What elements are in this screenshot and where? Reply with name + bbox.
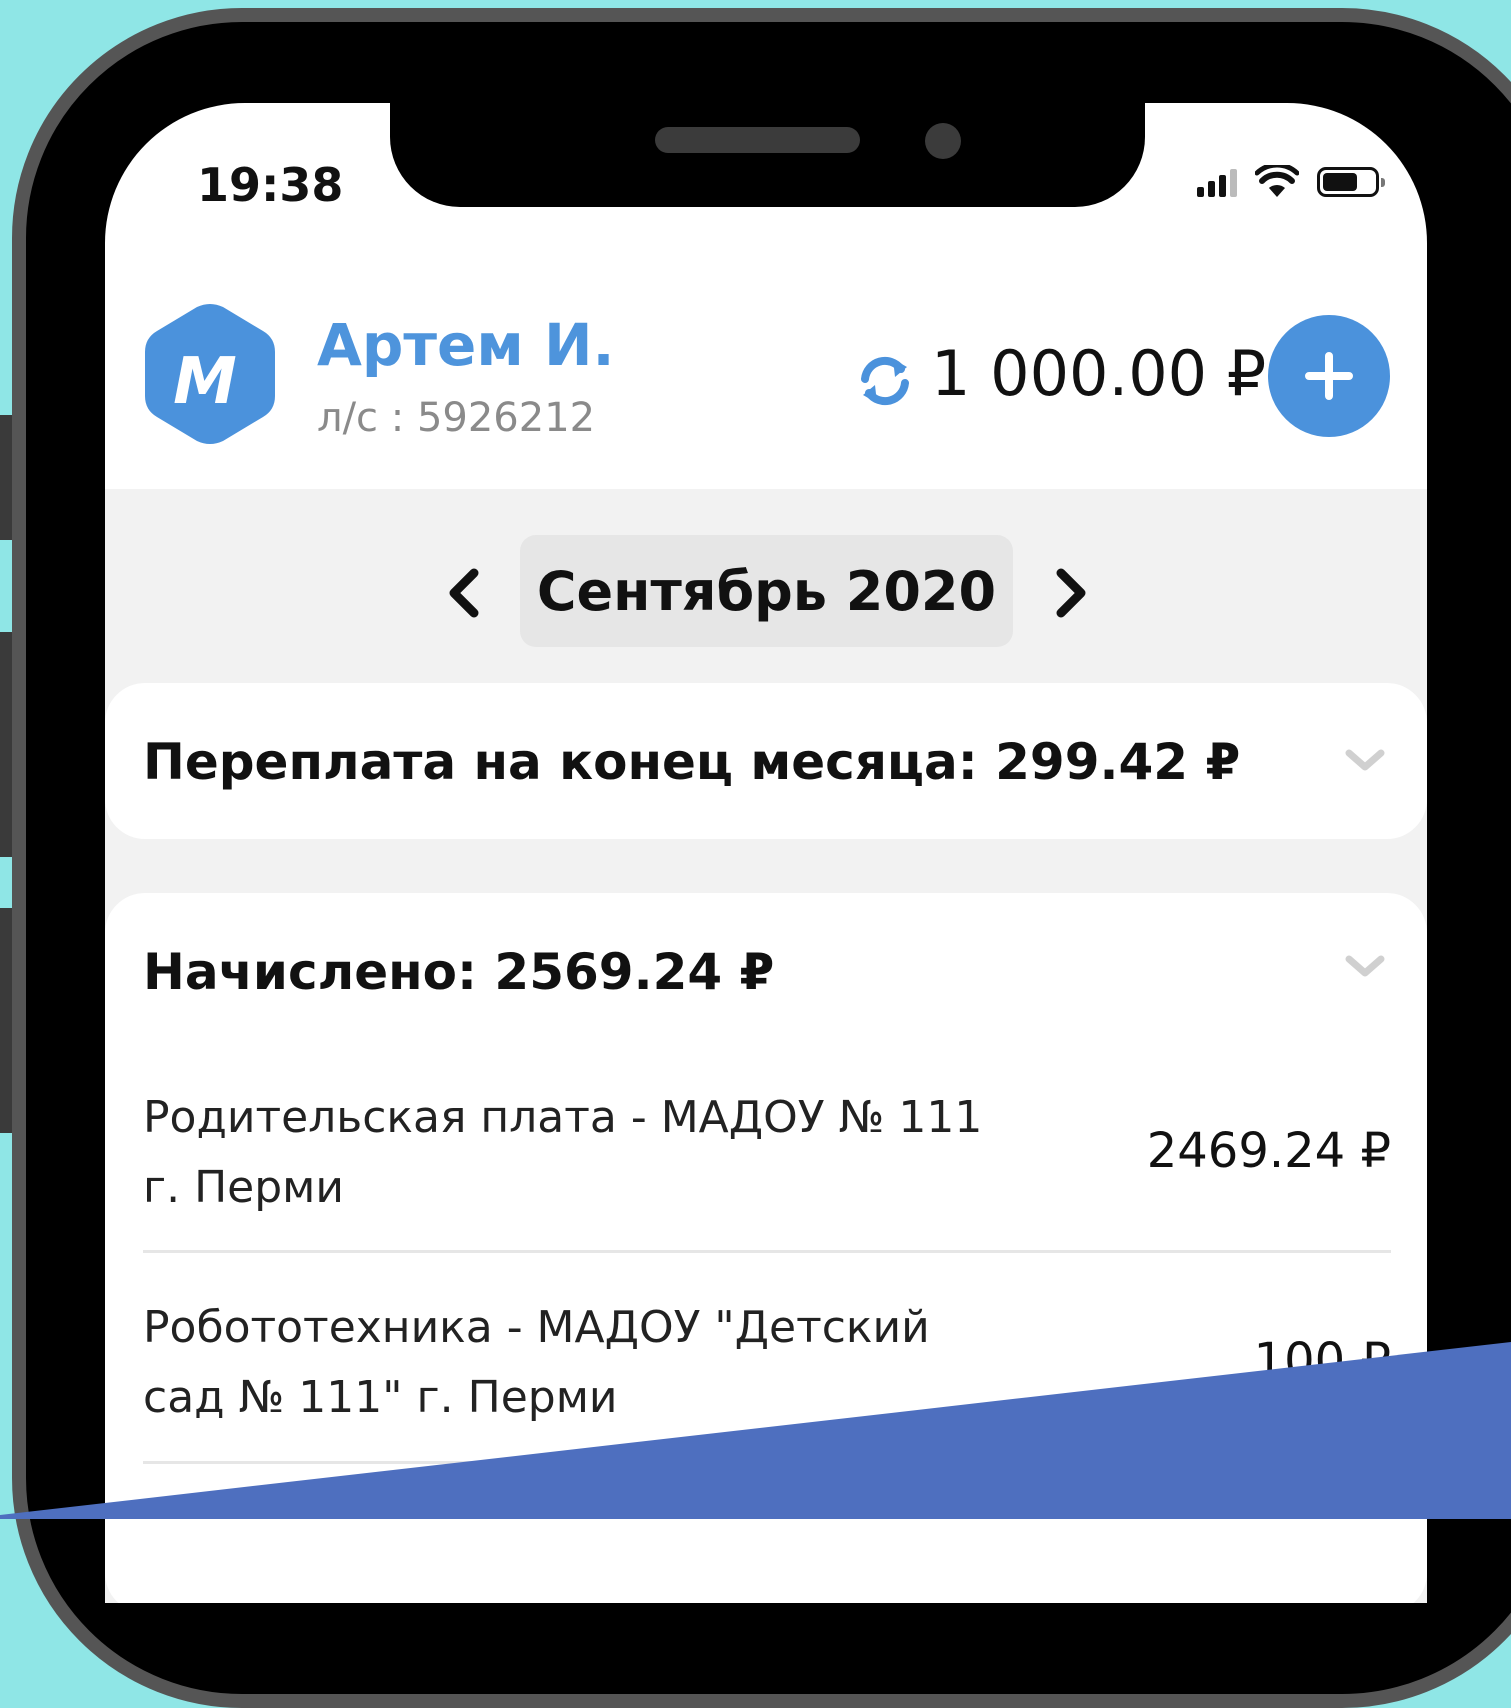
charge-row-amount: 100 ₽: [1253, 1333, 1391, 1389]
charges-title: Начислено: 2569.24 ₽: [143, 943, 775, 1001]
charge-row-label: Родительская плата - МАДОУ № 111 г. Перм…: [143, 1083, 1023, 1223]
month-selector[interactable]: Сентябрь 2020: [520, 535, 1013, 647]
status-time: 19:38: [197, 158, 344, 212]
row-divider: [143, 1250, 1391, 1253]
battery-icon: [1317, 167, 1385, 197]
status-icons: [1197, 165, 1385, 199]
previous-month-button[interactable]: [440, 563, 490, 623]
chevron-down-icon[interactable]: [1343, 953, 1387, 981]
charge-row-label-line1: Робототехника - МАДОУ "Детский: [143, 1302, 930, 1353]
charges-card[interactable]: Начислено: 2569.24 ₽ Родительская плата …: [105, 893, 1427, 1603]
refresh-icon[interactable]: [857, 353, 913, 409]
charge-row-label-line2: г. Перми: [143, 1162, 344, 1213]
row-divider: [143, 1461, 1391, 1464]
user-name[interactable]: Артем И.: [317, 311, 615, 379]
overpayment-card[interactable]: Переплата на конец месяца: 299.42 ₽: [105, 683, 1427, 839]
avatar-logo[interactable]: M: [145, 303, 275, 445]
wifi-icon: [1255, 165, 1299, 197]
charge-row-label: Робототехника - МАДОУ "Детский сад № 111…: [143, 1293, 1023, 1433]
signal-icon: [1197, 167, 1237, 197]
add-funds-button[interactable]: [1268, 315, 1390, 437]
balance-amount: 1 000.00 ₽: [931, 337, 1267, 410]
plus-icon: [1305, 352, 1353, 400]
camera-dot: [925, 123, 961, 159]
app-screen: 19:38 M Артем И. л/с : 5926212 1 000.00 …: [105, 103, 1427, 1603]
account-number: л/с : 5926212: [317, 395, 596, 441]
charge-row-amount: 2469.24 ₽: [1146, 1123, 1391, 1179]
phone-notch: [390, 95, 1145, 207]
avatar-letter: M: [173, 345, 237, 419]
charge-row-label-line1: Родительская плата - МАДОУ № 111: [143, 1092, 983, 1143]
next-month-button[interactable]: [1045, 563, 1095, 623]
chevron-down-icon[interactable]: [1343, 747, 1387, 775]
speaker-grille: [655, 127, 860, 153]
overpayment-title: Переплата на конец месяца: 299.42 ₽: [143, 733, 1241, 791]
charge-row-label-line2: сад № 111" г. Перми: [143, 1372, 618, 1423]
